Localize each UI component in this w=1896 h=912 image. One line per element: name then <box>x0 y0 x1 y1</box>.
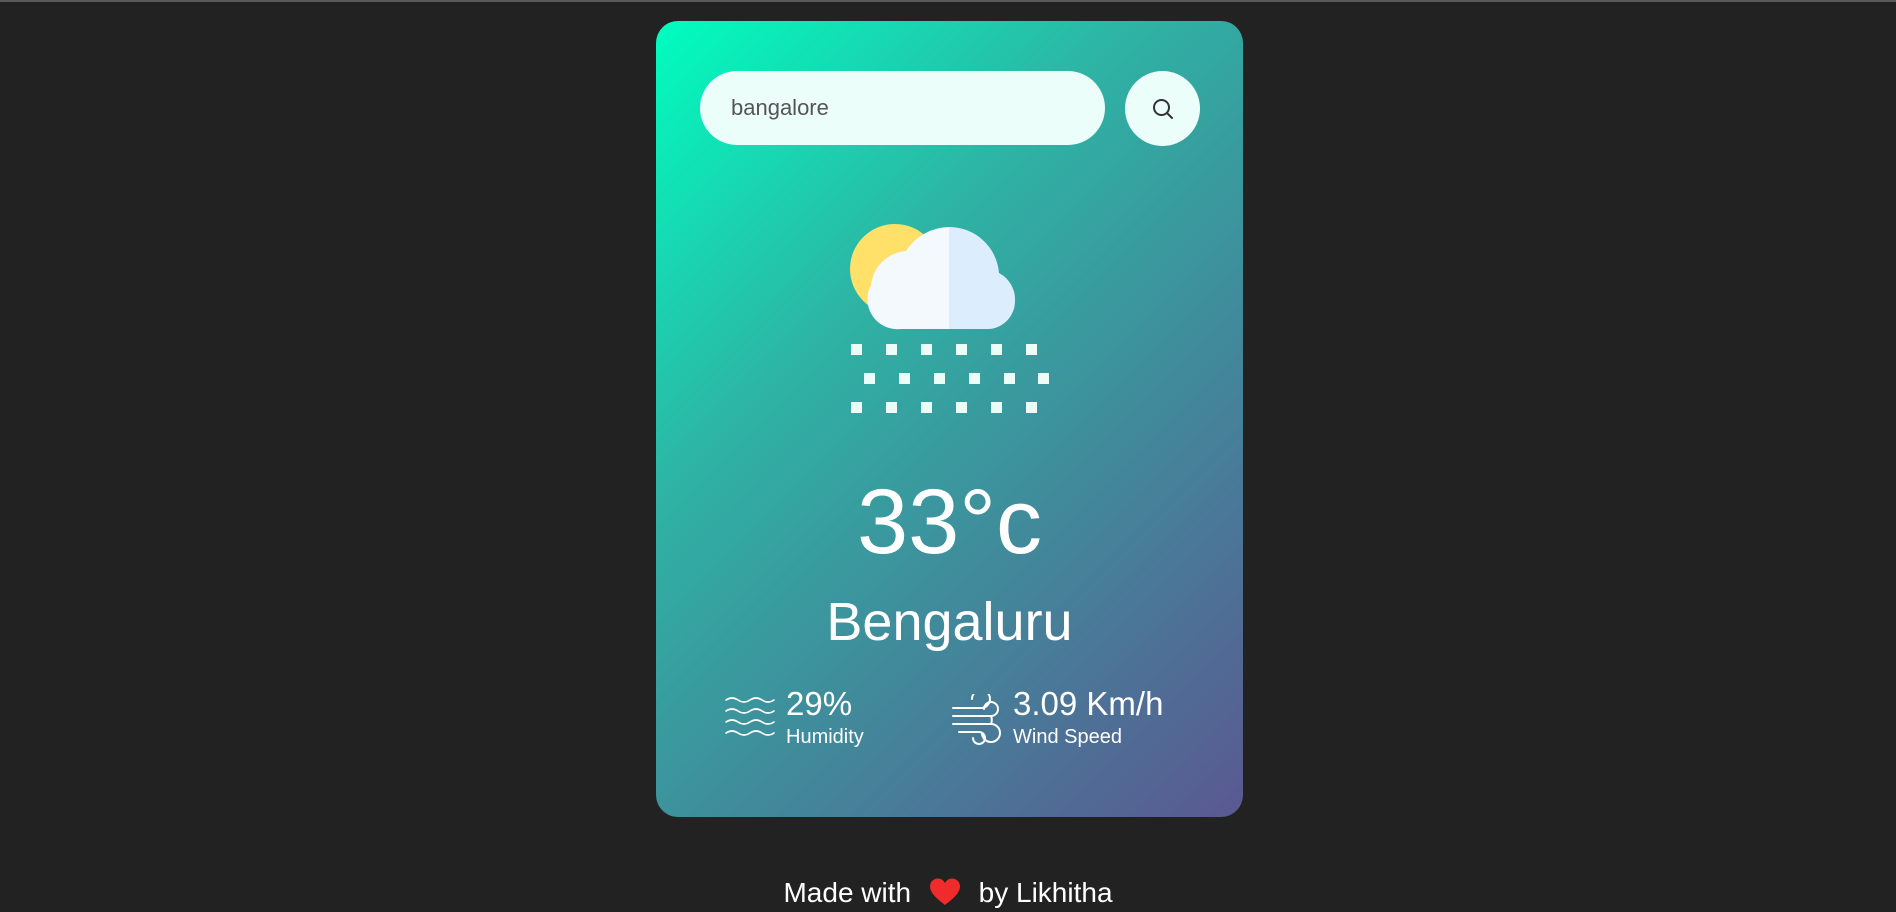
search-icon <box>1152 98 1173 119</box>
search-bar <box>700 71 1200 146</box>
humidity-label: Humidity <box>786 726 864 748</box>
humidity-waves-icon <box>725 697 775 736</box>
wind-icon <box>952 694 1001 745</box>
wind-speed-value: 3.09 Km/h <box>1013 685 1164 722</box>
search-button[interactable] <box>1125 71 1200 146</box>
footer-suffix: by Likhitha <box>978 877 1113 908</box>
wind-speed-label: Wind Speed <box>1013 726 1122 748</box>
temperature: 33°c <box>856 471 1043 573</box>
footer-prefix: Made with <box>783 877 912 908</box>
heart-icon <box>929 878 960 905</box>
footer-credit: Made with by Likhitha <box>0 876 1896 910</box>
city-search-input[interactable] <box>700 71 1105 145</box>
humidity-value: 29% <box>786 685 853 722</box>
window-top-border <box>0 0 1896 2</box>
city-name: Bengaluru <box>826 592 1073 652</box>
weather-card: 33°c Bengaluru 29% Humidity 3.09 Km/h Wi… <box>656 21 1243 817</box>
snow-cloud-sun-icon <box>850 224 1049 413</box>
